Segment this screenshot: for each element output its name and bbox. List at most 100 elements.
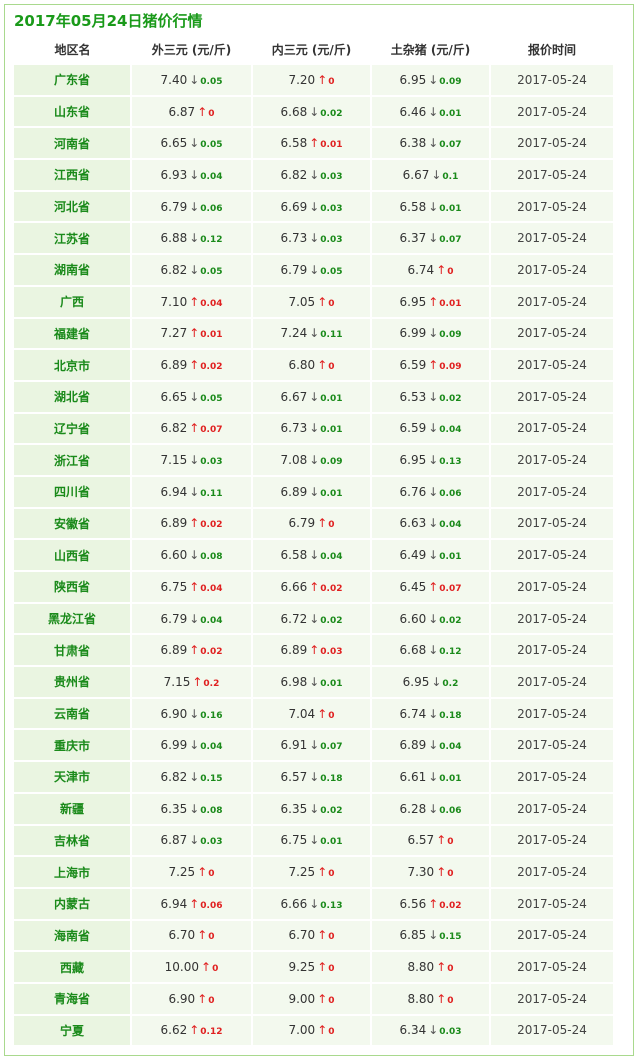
price-cell: 6.89 ↓0.01	[252, 474, 372, 508]
price-cell: 7.00 ↑0	[252, 1013, 372, 1046]
price-value: 6.62	[160, 1023, 188, 1038]
price-value: 6.99	[399, 326, 427, 341]
price-value: 7.24	[280, 326, 308, 341]
price-change: 0	[328, 298, 335, 309]
arrow-down-icon: ↓	[428, 231, 439, 246]
price-cell: 7.20 ↑0	[252, 63, 372, 96]
arrow-down-icon: ↓	[428, 706, 439, 721]
price-value: 6.65	[160, 389, 188, 404]
price-cell: 6.95 ↓0.09	[371, 63, 491, 96]
price-change: 0.05	[200, 393, 223, 404]
price-cell: 7.15 ↑0.2	[131, 665, 253, 698]
arrow-up-icon: ↑	[189, 1023, 200, 1038]
price-change: 0	[328, 362, 335, 373]
price-value: 6.67	[280, 389, 308, 404]
arrow-up-icon: ↑	[436, 865, 447, 880]
price-cell: 6.65 ↓0.05	[131, 126, 253, 160]
price-change: 0.07	[320, 742, 343, 753]
arrow-up-icon: ↑	[317, 991, 328, 1006]
price-cell: 6.82 ↑0.07	[131, 411, 253, 445]
price-value: 6.66	[280, 896, 308, 911]
price-cell: 6.79 ↓0.06	[131, 189, 253, 223]
arrow-down-icon: ↓	[428, 928, 439, 943]
price-change: 0.2	[203, 678, 220, 689]
price-change: 0	[208, 108, 215, 119]
price-change: 0.03	[320, 171, 343, 182]
arrow-up-icon: ↑	[317, 358, 328, 373]
arrow-up-icon: ↑	[317, 706, 328, 721]
region-name: 河北省	[14, 189, 132, 223]
arrow-down-icon: ↓	[309, 484, 320, 499]
price-change: 0	[447, 995, 454, 1006]
price-change: 0.09	[320, 457, 343, 468]
arrow-up-icon: ↑	[428, 294, 439, 309]
arrow-up-icon: ↑	[436, 991, 447, 1006]
arrow-down-icon: ↓	[431, 167, 442, 182]
price-value: 6.79	[160, 611, 188, 626]
price-cell: 6.68 ↓0.02	[252, 94, 372, 128]
price-value: 6.90	[160, 706, 188, 721]
price-cell: 6.89 ↑0.03	[252, 633, 372, 667]
price-value: 6.58	[280, 136, 308, 151]
price-cell: 6.66 ↑0.02	[252, 570, 372, 603]
arrow-down-icon: ↓	[309, 167, 320, 182]
price-value: 6.35	[280, 801, 308, 816]
price-cell: 6.87 ↓0.03	[131, 823, 253, 857]
arrow-down-icon: ↓	[189, 389, 200, 404]
quote-date: 2017-05-24	[490, 886, 615, 920]
price-value: 6.56	[399, 896, 427, 911]
price-change: 0.01	[320, 425, 343, 436]
page-title: 2017年05月24日猪价行情	[14, 12, 203, 30]
table-row: 贵州省 7.15 ↑0.2 6.98 ↓0.01 6.95 ↓0.2 2017-05-24	[14, 665, 615, 698]
price-cell: 6.79 ↓0.04	[131, 601, 253, 635]
price-cell: 6.59 ↓0.04	[371, 411, 491, 445]
table-row: 新疆 6.35 ↓0.08 6.35 ↓0.02 6.28 ↓0.06 2017-05-24	[14, 791, 615, 825]
region-name: 北京市	[14, 348, 132, 381]
price-cell: 10.00 ↑0	[131, 950, 253, 983]
price-change: 0.06	[439, 488, 462, 499]
price-value: 6.82	[160, 262, 188, 277]
price-cell: 6.66 ↓0.13	[252, 886, 372, 920]
price-change: 0.01	[439, 773, 462, 784]
price-cell: 6.56 ↑0.02	[371, 886, 491, 920]
price-cell: 8.80 ↑0	[371, 950, 491, 983]
price-cell: 6.28 ↓0.06	[371, 791, 491, 825]
price-value: 6.74	[399, 706, 427, 721]
price-value: 7.05	[288, 294, 316, 309]
arrow-down-icon: ↓	[189, 72, 200, 87]
price-cell: 6.45 ↑0.07	[371, 570, 491, 603]
price-change: 0.03	[320, 647, 343, 658]
price-value: 6.82	[160, 421, 188, 436]
price-change: 0	[208, 995, 215, 1006]
arrow-down-icon: ↓	[428, 643, 439, 658]
price-value: 8.80	[407, 991, 435, 1006]
arrow-down-icon: ↓	[428, 738, 439, 753]
price-change: 0	[447, 964, 454, 975]
price-cell: 6.76 ↓0.06	[371, 474, 491, 508]
quote-date: 2017-05-24	[490, 570, 615, 603]
region-name: 浙江省	[14, 443, 132, 476]
price-cell: 6.35 ↓0.02	[252, 791, 372, 825]
quote-date: 2017-05-24	[490, 158, 615, 191]
price-value: 6.95	[399, 294, 427, 309]
price-cell: 6.89 ↑0.02	[131, 506, 253, 540]
price-cell: 6.85 ↓0.15	[371, 918, 491, 952]
table-row: 甘肃省 6.89 ↑0.02 6.89 ↑0.03 6.68 ↓0.12 2017-05-24	[14, 633, 615, 667]
arrow-up-icon: ↑	[317, 928, 328, 943]
table-row: 北京市 6.89 ↑0.02 6.80 ↑0 6.59 ↑0.09 2017-05-24	[14, 348, 615, 381]
arrow-up-icon: ↑	[197, 928, 208, 943]
arrow-down-icon: ↓	[189, 231, 200, 246]
arrow-down-icon: ↓	[189, 611, 200, 626]
price-change: 0	[208, 869, 215, 880]
quote-date: 2017-05-24	[490, 728, 615, 762]
arrow-up-icon: ↑	[428, 358, 439, 373]
price-change: 0.01	[439, 203, 462, 214]
price-cell: 7.05 ↑0	[252, 284, 372, 318]
arrow-up-icon: ↑	[201, 960, 212, 975]
arrow-up-icon: ↑	[317, 865, 328, 880]
price-value: 6.82	[280, 167, 308, 182]
price-change: 0.03	[439, 1027, 462, 1038]
price-change: 0.01	[320, 488, 343, 499]
arrow-down-icon: ↓	[428, 516, 439, 531]
arrow-down-icon: ↓	[309, 231, 320, 246]
